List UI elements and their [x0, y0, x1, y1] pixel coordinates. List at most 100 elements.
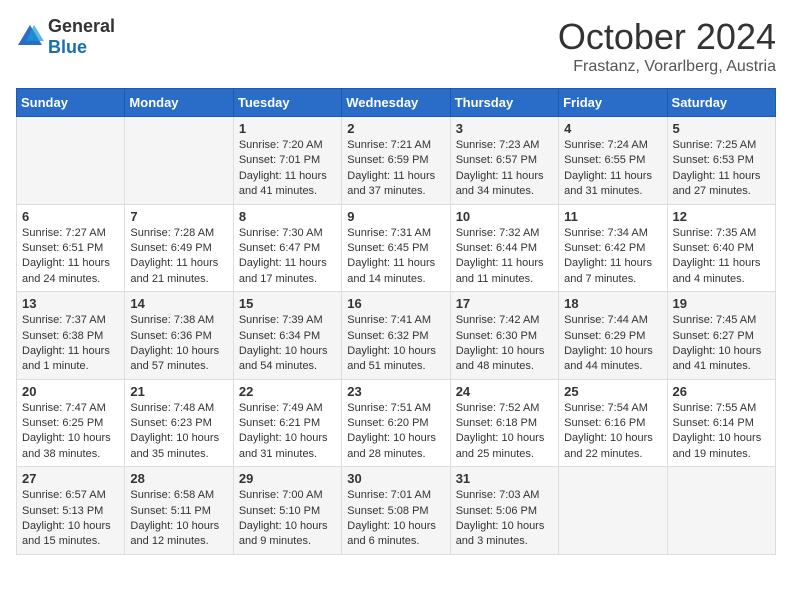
day-number: 16: [347, 296, 444, 311]
calendar-cell: 25 Sunrise: 7:54 AM Sunset: 6:16 PM Dayli…: [559, 379, 667, 467]
day-number: 14: [130, 296, 227, 311]
calendar-cell: 1Sunrise: 7:20 AM Sunset: 7:01 PM Daylig…: [233, 117, 341, 205]
cell-info: Sunrise: 7:21 AM Sunset: 6:59 PM Dayligh…: [347, 138, 444, 200]
calendar-cell: [17, 117, 125, 205]
calendar-week-1: 1Sunrise: 7:20 AM Sunset: 7:01 PM Daylig…: [17, 117, 776, 205]
day-number: 5: [673, 121, 770, 136]
cell-info: Sunrise: 7:25 AM Sunset: 6:53 PM Dayligh…: [673, 138, 770, 200]
day-number: 29: [239, 471, 336, 486]
day-number: 10: [456, 209, 553, 224]
calendar-cell: 14 Sunrise: 7:38 AM Sunset: 6:36 PM Dayli…: [125, 292, 233, 380]
calendar-week-4: 20Sunrise: 7:47 AM Sunset: 6:25 PM Dayli…: [17, 379, 776, 467]
day-number: 24: [456, 384, 553, 399]
cell-info: Sunrise: 7:55 AM Sunset: 6:14 PM Dayligh…: [673, 401, 770, 463]
day-number: 11: [564, 209, 661, 224]
day-number: 22: [239, 384, 336, 399]
cell-info: Sunrise: 6:58 AM Sunset: 5:11 PM Dayligh…: [130, 488, 227, 550]
cell-info: Sunrise: 7:41 AM Sunset: 6:32 PM Dayligh…: [347, 313, 444, 375]
cell-info: Sunrise: 7:00 AM Sunset: 5:10 PM Dayligh…: [239, 488, 336, 550]
day-number: 20: [22, 384, 119, 399]
cell-info: Sunrise: 7:45 AM Sunset: 6:27 PM Dayligh…: [673, 313, 770, 375]
cell-info: Sunrise: 7:54 AM Sunset: 6:16 PM Dayligh…: [564, 401, 661, 463]
day-number: 6: [22, 209, 119, 224]
calendar-cell: 2 Sunrise: 7:21 AM Sunset: 6:59 PM Daylig…: [342, 117, 450, 205]
cell-info: Sunrise: 7:34 AM Sunset: 6:42 PM Dayligh…: [564, 226, 661, 288]
calendar-cell: 5 Sunrise: 7:25 AM Sunset: 6:53 PM Daylig…: [667, 117, 775, 205]
calendar-cell: 27Sunrise: 6:57 AM Sunset: 5:13 PM Dayli…: [17, 467, 125, 555]
day-number: 9: [347, 209, 444, 224]
calendar-week-2: 6Sunrise: 7:27 AM Sunset: 6:51 PM Daylig…: [17, 204, 776, 292]
day-header-tuesday: Tuesday: [233, 89, 341, 117]
calendar-cell: 10 Sunrise: 7:32 AM Sunset: 6:44 PM Dayli…: [450, 204, 558, 292]
day-header-monday: Monday: [125, 89, 233, 117]
calendar-week-3: 13 Sunrise: 7:37 AM Sunset: 6:38 PM Dayli…: [17, 292, 776, 380]
calendar-cell: 12 Sunrise: 7:35 AM Sunset: 6:40 PM Dayli…: [667, 204, 775, 292]
day-header-sunday: Sunday: [17, 89, 125, 117]
calendar-cell: [559, 467, 667, 555]
day-number: 18: [564, 296, 661, 311]
cell-info: Sunrise: 7:38 AM Sunset: 6:36 PM Dayligh…: [130, 313, 227, 375]
calendar-cell: 28 Sunrise: 6:58 AM Sunset: 5:11 PM Dayli…: [125, 467, 233, 555]
calendar-cell: 23 Sunrise: 7:51 AM Sunset: 6:20 PM Dayli…: [342, 379, 450, 467]
month-title: October 2024: [558, 16, 776, 58]
calendar-cell: 19 Sunrise: 7:45 AM Sunset: 6:27 PM Dayli…: [667, 292, 775, 380]
day-number: 21: [130, 384, 227, 399]
cell-info: Sunrise: 7:31 AM Sunset: 6:45 PM Dayligh…: [347, 226, 444, 288]
cell-info: Sunrise: 7:03 AM Sunset: 5:06 PM Dayligh…: [456, 488, 553, 550]
day-header-thursday: Thursday: [450, 89, 558, 117]
day-number: 1: [239, 121, 336, 136]
day-number: 19: [673, 296, 770, 311]
calendar-cell: 29 Sunrise: 7:00 AM Sunset: 5:10 PM Dayli…: [233, 467, 341, 555]
page-header: General Blue October 2024 Frastanz, Vora…: [16, 16, 776, 76]
cell-info: Sunrise: 7:32 AM Sunset: 6:44 PM Dayligh…: [456, 226, 553, 288]
day-number: 30: [347, 471, 444, 486]
logo-blue-text: Blue: [48, 37, 87, 57]
day-number: 23: [347, 384, 444, 399]
calendar-table: SundayMondayTuesdayWednesdayThursdayFrid…: [16, 88, 776, 555]
day-number: 17: [456, 296, 553, 311]
calendar-cell: 21 Sunrise: 7:48 AM Sunset: 6:23 PM Dayli…: [125, 379, 233, 467]
day-number: 31: [456, 471, 553, 486]
calendar-cell: 9 Sunrise: 7:31 AM Sunset: 6:45 PM Daylig…: [342, 204, 450, 292]
calendar-cell: 4Sunrise: 7:24 AM Sunset: 6:55 PM Daylig…: [559, 117, 667, 205]
cell-info: Sunrise: 7:51 AM Sunset: 6:20 PM Dayligh…: [347, 401, 444, 463]
calendar-cell: 16 Sunrise: 7:41 AM Sunset: 6:32 PM Dayli…: [342, 292, 450, 380]
calendar-cell: 7Sunrise: 7:28 AM Sunset: 6:49 PM Daylig…: [125, 204, 233, 292]
day-number: 8: [239, 209, 336, 224]
calendar-cell: 15 Sunrise: 7:39 AM Sunset: 6:34 PM Dayli…: [233, 292, 341, 380]
calendar-cell: 26 Sunrise: 7:55 AM Sunset: 6:14 PM Dayli…: [667, 379, 775, 467]
logo: General Blue: [16, 16, 115, 58]
day-number: 27: [22, 471, 119, 486]
calendar-cell: 17 Sunrise: 7:42 AM Sunset: 6:30 PM Dayli…: [450, 292, 558, 380]
logo-icon: [16, 23, 44, 51]
calendar-cell: 22Sunrise: 7:49 AM Sunset: 6:21 PM Dayli…: [233, 379, 341, 467]
cell-info: Sunrise: 7:01 AM Sunset: 5:08 PM Dayligh…: [347, 488, 444, 550]
calendar-cell: 3Sunrise: 7:23 AM Sunset: 6:57 PM Daylig…: [450, 117, 558, 205]
calendar-cell: 6Sunrise: 7:27 AM Sunset: 6:51 PM Daylig…: [17, 204, 125, 292]
day-number: 13: [22, 296, 119, 311]
day-number: 28: [130, 471, 227, 486]
calendar-cell: 31 Sunrise: 7:03 AM Sunset: 5:06 PM Dayli…: [450, 467, 558, 555]
day-number: 4: [564, 121, 661, 136]
cell-info: Sunrise: 7:48 AM Sunset: 6:23 PM Dayligh…: [130, 401, 227, 463]
cell-info: Sunrise: 7:35 AM Sunset: 6:40 PM Dayligh…: [673, 226, 770, 288]
cell-info: Sunrise: 7:37 AM Sunset: 6:38 PM Dayligh…: [22, 313, 119, 375]
calendar-cell: 18Sunrise: 7:44 AM Sunset: 6:29 PM Dayli…: [559, 292, 667, 380]
calendar-week-5: 27Sunrise: 6:57 AM Sunset: 5:13 PM Dayli…: [17, 467, 776, 555]
day-header-friday: Friday: [559, 89, 667, 117]
cell-info: Sunrise: 7:39 AM Sunset: 6:34 PM Dayligh…: [239, 313, 336, 375]
location-title: Frastanz, Vorarlberg, Austria: [558, 58, 776, 76]
calendar-cell: 11 Sunrise: 7:34 AM Sunset: 6:42 PM Dayli…: [559, 204, 667, 292]
day-header-saturday: Saturday: [667, 89, 775, 117]
title-block: October 2024 Frastanz, Vorarlberg, Austr…: [558, 16, 776, 76]
cell-info: Sunrise: 7:52 AM Sunset: 6:18 PM Dayligh…: [456, 401, 553, 463]
day-number: 15: [239, 296, 336, 311]
day-number: 26: [673, 384, 770, 399]
calendar-cell: [125, 117, 233, 205]
day-number: 12: [673, 209, 770, 224]
day-number: 25: [564, 384, 661, 399]
calendar-cell: 13 Sunrise: 7:37 AM Sunset: 6:38 PM Dayli…: [17, 292, 125, 380]
cell-info: Sunrise: 7:42 AM Sunset: 6:30 PM Dayligh…: [456, 313, 553, 375]
logo-general-text: General: [48, 16, 115, 36]
day-number: 2: [347, 121, 444, 136]
